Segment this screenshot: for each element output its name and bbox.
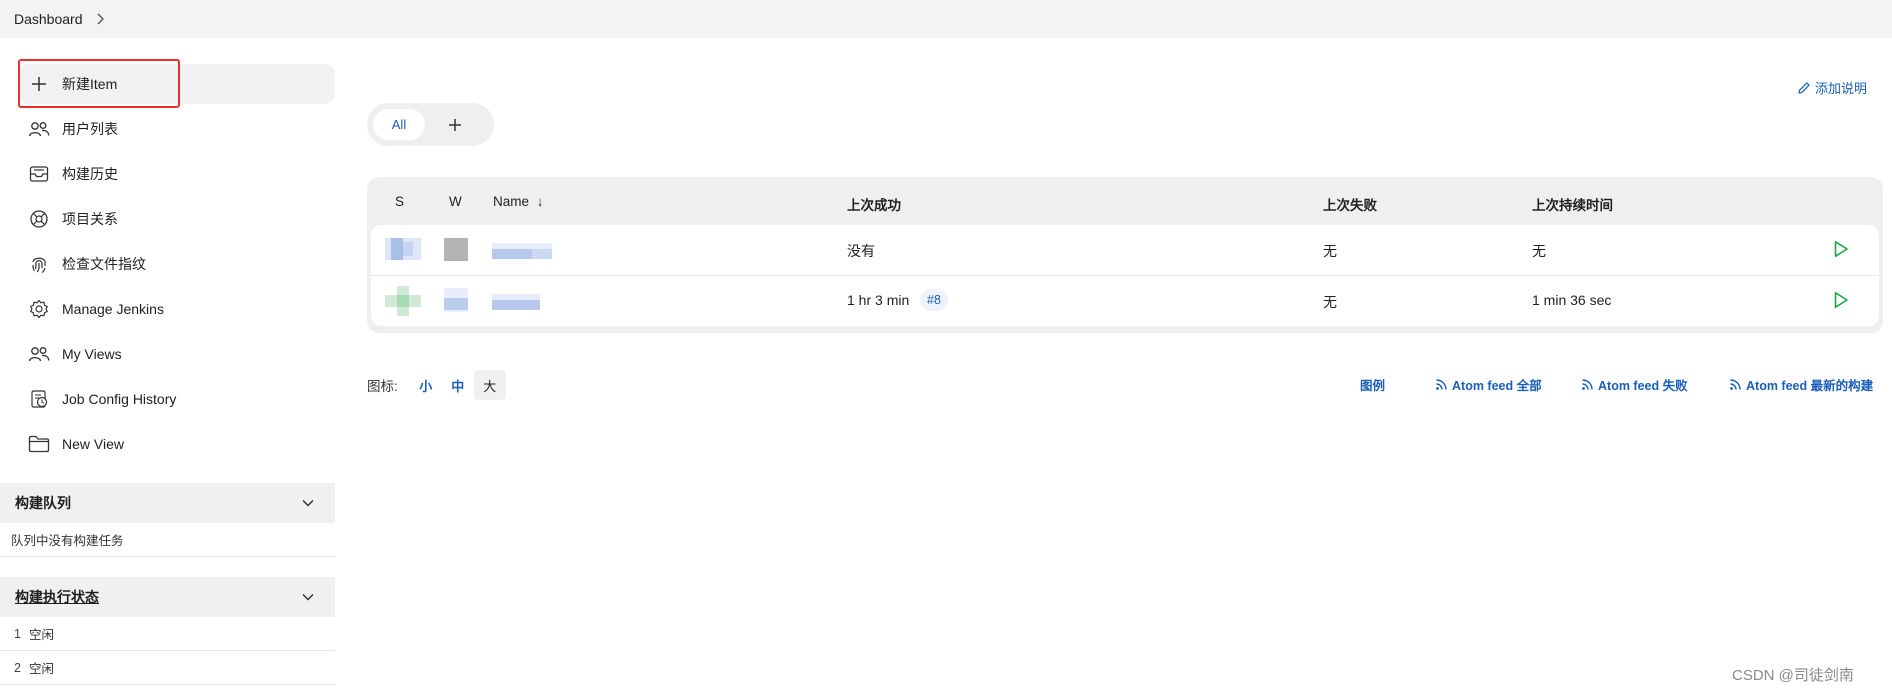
atom-feed-latest-link[interactable]: Atom feed 最新的构建 <box>1728 373 1873 395</box>
plus-icon <box>28 73 50 95</box>
executor-status: 空闲 <box>28 628 54 642</box>
executor-row: 1 空闲 <box>0 617 335 651</box>
sort-arrow-icon: ↓ <box>536 194 544 209</box>
chevron-down-icon[interactable] <box>301 589 315 605</box>
sidebar-item-label: My Views <box>62 346 122 362</box>
last-failure-value: 无 <box>1323 243 1337 259</box>
atom-feed-latest-label: Atom feed 最新的构建 <box>1746 378 1874 393</box>
build-queue-header[interactable]: 构建队列 <box>0 483 335 523</box>
column-header-name[interactable]: Name ↓ <box>493 194 544 209</box>
sidebar-item-my-views[interactable]: My Views <box>18 334 335 374</box>
executor-status-header[interactable]: 构建执行状态 <box>0 577 335 617</box>
icon-size-medium[interactable]: 中 <box>442 370 474 400</box>
column-header-s[interactable]: S <box>395 194 404 209</box>
atom-feed-failed-link[interactable]: Atom feed 失败 <box>1580 373 1688 395</box>
folder-icon <box>28 433 50 455</box>
sidebar-item-label: Manage Jenkins <box>62 301 164 317</box>
tab-all[interactable]: All <box>373 109 425 140</box>
fingerprint-icon <box>28 253 50 275</box>
job-name-link[interactable] <box>492 239 552 261</box>
build-now-play-icon[interactable] <box>1831 239 1851 259</box>
status-icon <box>385 238 421 260</box>
sidebar-item-users[interactable]: 用户列表 <box>18 109 335 149</box>
table-row: 1 hr 3 min #8 无 1 min 36 sec <box>371 276 1879 326</box>
relation-icon <box>28 208 50 230</box>
sidebar-item-label: New View <box>62 436 124 452</box>
sidebar-item-job-config-history[interactable]: Job Config History <box>18 379 335 419</box>
add-view-icon[interactable] <box>441 111 469 139</box>
legend-link[interactable]: 图例 <box>1360 373 1385 395</box>
last-duration-value: 1 min 36 sec <box>1532 292 1612 308</box>
legend-label: 图例 <box>1360 378 1386 393</box>
sidebar-item-fingerprint[interactable]: 检查文件指纹 <box>18 244 335 284</box>
add-description-link[interactable]: 添加说明 <box>1796 78 1867 97</box>
table-row: 没有 无 无 <box>371 225 1879 275</box>
projects-table: S W Name ↓ 上次成功 上次失败 上次持续时间 没有 无 无 1 hr … <box>367 177 1883 333</box>
build-queue-title: 构建队列 <box>15 495 71 511</box>
add-description-label: 添加说明 <box>1815 81 1868 96</box>
icon-size-label: 图标: <box>367 379 398 394</box>
column-header-last-success[interactable]: 上次成功 <box>847 194 901 214</box>
chevron-right-icon[interactable] <box>93 12 107 26</box>
executor-status: 空闲 <box>28 662 54 676</box>
executor-number: 1 <box>14 626 21 641</box>
sidebar-item-new-item[interactable]: 新建Item <box>18 64 335 104</box>
atom-feed-failed-label: Atom feed 失败 <box>1598 378 1688 393</box>
executor-row: 2 空闲 <box>0 651 335 685</box>
executor-number: 2 <box>14 660 21 675</box>
sidebar: 新建Item 用户列表 构建历史 项目关系 检查文件指纹 Manage Jenk… <box>0 38 335 694</box>
rss-icon <box>1434 377 1448 391</box>
column-header-last-failure[interactable]: 上次失败 <box>1323 194 1377 214</box>
users-icon <box>28 343 50 365</box>
watermark: CSDN @司徒剑南 <box>1732 667 1854 684</box>
atom-feed-all-label: Atom feed 全部 <box>1452 378 1542 393</box>
sidebar-item-label: Job Config History <box>62 391 177 407</box>
build-number-badge[interactable]: #8 <box>920 289 948 311</box>
column-header-last-duration[interactable]: 上次持续时间 <box>1532 194 1613 214</box>
inbox-icon <box>28 163 50 185</box>
gear-icon <box>28 298 50 320</box>
job-name-link[interactable] <box>492 290 540 312</box>
icon-size-small[interactable]: 小 <box>410 370 442 400</box>
sidebar-item-label: 新建Item <box>62 76 118 92</box>
sidebar-item-label: 检查文件指纹 <box>62 256 146 272</box>
status-icon <box>385 286 421 316</box>
sidebar-item-label: 项目关系 <box>62 211 118 227</box>
pencil-icon <box>1796 80 1812 96</box>
icon-size-large[interactable]: 大 <box>473 370 506 400</box>
rss-icon <box>1580 377 1594 391</box>
sidebar-item-label: 用户列表 <box>62 121 118 137</box>
sidebar-item-new-view[interactable]: New View <box>18 424 335 464</box>
column-header-w[interactable]: W <box>449 194 462 209</box>
last-failure-value: 无 <box>1323 294 1337 310</box>
build-queue-empty: 队列中没有构建任务 <box>0 523 335 557</box>
build-now-play-icon[interactable] <box>1831 290 1851 310</box>
history-icon <box>28 388 50 410</box>
sidebar-item-build-history[interactable]: 构建历史 <box>18 154 335 194</box>
users-icon <box>28 118 50 140</box>
view-tabs: All <box>367 103 494 146</box>
weather-icon <box>444 288 468 312</box>
executor-status-title[interactable]: 构建执行状态 <box>15 587 99 607</box>
sidebar-item-project-relation[interactable]: 项目关系 <box>18 199 335 239</box>
breadcrumb-dashboard[interactable]: Dashboard <box>14 11 83 27</box>
chevron-down-icon[interactable] <box>301 495 315 511</box>
last-success-value: 1 hr 3 min <box>847 292 910 308</box>
atom-feed-all-link[interactable]: Atom feed 全部 <box>1434 373 1542 395</box>
sidebar-item-label: 构建历史 <box>62 166 118 182</box>
last-success-value: 没有 <box>847 243 875 259</box>
weather-icon <box>444 238 468 261</box>
breadcrumb-bar: Dashboard <box>0 0 1892 38</box>
icon-size-selector: 图标: 小 中 大 <box>367 370 506 400</box>
column-header-name-label: Name <box>493 194 530 209</box>
last-duration-value: 无 <box>1532 243 1546 259</box>
rss-icon <box>1728 377 1742 391</box>
sidebar-item-manage-jenkins[interactable]: Manage Jenkins <box>18 289 335 329</box>
